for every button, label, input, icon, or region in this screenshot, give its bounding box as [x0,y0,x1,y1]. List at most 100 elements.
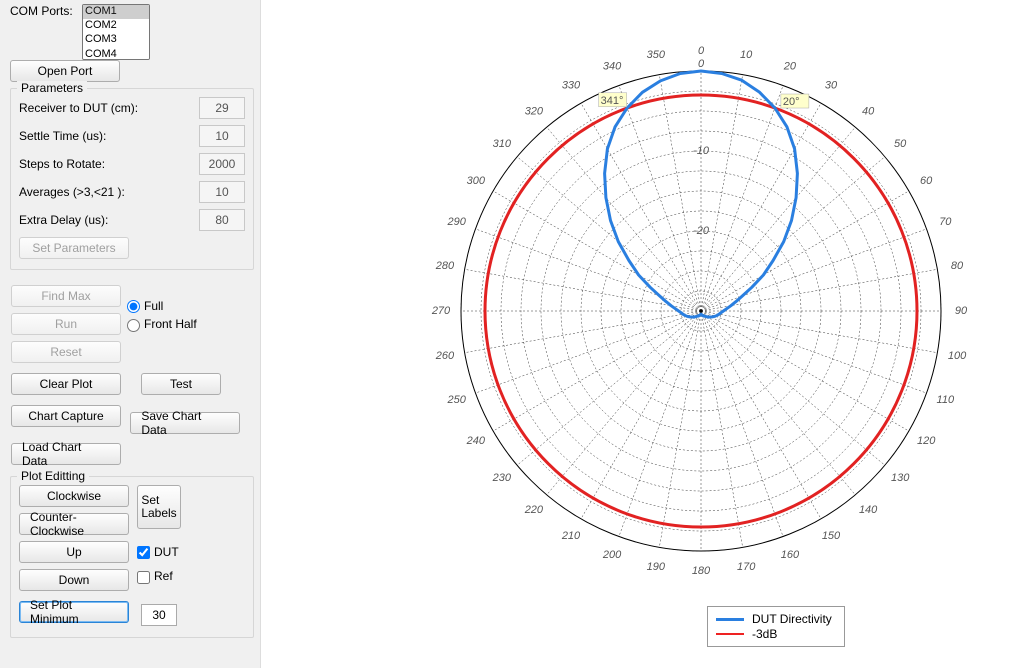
svg-text:20°: 20° [783,96,800,108]
left-panel: COM Ports: COM1 COM2 COM3 COM4 Open Port… [0,0,260,668]
legend-swatch-blue [716,618,744,621]
svg-text:-20: -20 [693,225,710,237]
param-label: Steps to Rotate: [19,157,199,171]
ref-checkbox-text: Ref [154,569,173,583]
svg-text:10: 10 [740,49,753,61]
run-button[interactable]: Run [11,313,121,335]
svg-text:260: 260 [435,350,455,362]
legend-swatch-red [716,633,744,635]
param-row: Receiver to DUT (cm): [19,97,245,119]
find-max-button[interactable]: Find Max [11,285,121,307]
com-port-option[interactable]: COM1 [83,5,149,19]
mode-full-label[interactable]: Full [127,299,197,313]
param-input-steps-rotate[interactable] [199,153,245,175]
polar-chart: 0 10 20 30 40 50 60 70 80 90 100 110 120 130 140 150 160… [261,6,1034,606]
param-row: Extra Delay (us): [19,209,245,231]
svg-text:190: 190 [647,561,666,573]
com-port-option[interactable]: COM4 [83,48,149,60]
svg-text:341°: 341° [601,95,624,107]
param-input-settle-time[interactable] [199,125,245,147]
dut-checkbox-text: DUT [154,545,179,559]
svg-text:340: 340 [603,61,622,73]
test-button[interactable]: Test [141,373,221,395]
svg-text:70: 70 [939,216,952,228]
param-label: Extra Delay (us): [19,213,199,227]
svg-text:350: 350 [647,49,666,61]
clear-plot-button[interactable]: Clear Plot [11,373,121,395]
svg-text:180: 180 [692,565,711,577]
ref-checkbox[interactable] [137,571,150,584]
com-port-option[interactable]: COM2 [83,19,149,33]
legend-label-3db: -3dB [752,627,777,641]
svg-text:250: 250 [447,394,467,406]
run-controls: Find Max Run Reset Full Front Half Clear… [10,278,254,472]
svg-text:300: 300 [467,175,486,187]
svg-text:0: 0 [698,45,705,57]
svg-text:30: 30 [825,80,838,92]
legend-item-dut: DUT Directivity [716,612,832,626]
svg-text:100: 100 [948,350,967,362]
ref-checkbox-label[interactable]: Ref [137,569,181,583]
set-plot-minimum-button[interactable]: Set Plot Minimum [19,601,129,623]
dut-checkbox[interactable] [137,546,150,559]
plot-editing-group: Plot Editting Clockwise Counter-Clockwis… [10,476,254,638]
up-button[interactable]: Up [19,541,129,563]
com-port-option[interactable]: COM3 [83,33,149,47]
svg-text:150: 150 [822,530,841,542]
set-labels-button[interactable]: Set Labels [137,485,181,529]
com-ports-list[interactable]: COM1 COM2 COM3 COM4 [82,4,150,60]
svg-text:230: 230 [492,472,512,484]
mode-full-text: Full [144,299,163,313]
param-label: Receiver to DUT (cm): [19,101,199,115]
mode-fronthalf-radio[interactable] [127,319,140,332]
svg-text:320: 320 [525,106,544,118]
chart-area: 0 10 20 30 40 50 60 70 80 90 100 110 120 130 140 150 160… [260,0,1034,668]
svg-text:220: 220 [524,504,544,516]
svg-text:50: 50 [894,138,907,150]
svg-text:270: 270 [431,305,451,317]
param-row: Steps to Rotate: [19,153,245,175]
svg-text:170: 170 [737,561,756,573]
ccw-button[interactable]: Counter-Clockwise [19,513,129,535]
svg-text:160: 160 [781,549,800,561]
svg-text:80: 80 [951,260,964,272]
chart-capture-button[interactable]: Chart Capture [11,405,121,427]
svg-text:210: 210 [561,530,581,542]
mode-full-radio[interactable] [127,300,140,313]
save-chart-data-button[interactable]: Save Chart Data [130,412,240,434]
param-input-extra-delay[interactable] [199,209,245,231]
svg-text:60: 60 [920,175,933,187]
parameters-title: Parameters [17,81,87,95]
dut-checkbox-label[interactable]: DUT [137,545,181,559]
reset-button[interactable]: Reset [11,341,121,363]
svg-text:20: 20 [783,61,797,73]
svg-text:280: 280 [435,260,455,272]
svg-text:310: 310 [493,138,512,150]
load-chart-data-button[interactable]: Load Chart Data [11,443,121,465]
plot-editing-title: Plot Editting [17,469,89,483]
param-label: Averages (>3,<21 ): [19,185,199,199]
param-input-receiver-dut[interactable] [199,97,245,119]
svg-text:-10: -10 [693,145,710,157]
svg-text:200: 200 [602,549,622,561]
svg-text:330: 330 [562,80,581,92]
open-port-button[interactable]: Open Port [10,60,120,82]
plot-minimum-input[interactable] [141,604,177,626]
svg-text:120: 120 [917,435,936,447]
svg-text:40: 40 [862,106,875,118]
param-row: Averages (>3,<21 ): [19,181,245,203]
svg-text:90: 90 [955,305,968,317]
legend-item-3db: -3dB [716,627,832,641]
svg-text:130: 130 [891,472,910,484]
param-label: Settle Time (us): [19,129,199,143]
svg-text:110: 110 [937,394,955,406]
svg-text:140: 140 [859,504,878,516]
svg-text:240: 240 [466,435,486,447]
mode-fronthalf-label[interactable]: Front Half [127,317,197,331]
svg-text:0: 0 [698,58,705,70]
down-button[interactable]: Down [19,569,129,591]
set-parameters-button[interactable]: Set Parameters [19,237,129,259]
legend-label-dut: DUT Directivity [752,612,832,626]
param-input-averages[interactable] [199,181,245,203]
clockwise-button[interactable]: Clockwise [19,485,129,507]
